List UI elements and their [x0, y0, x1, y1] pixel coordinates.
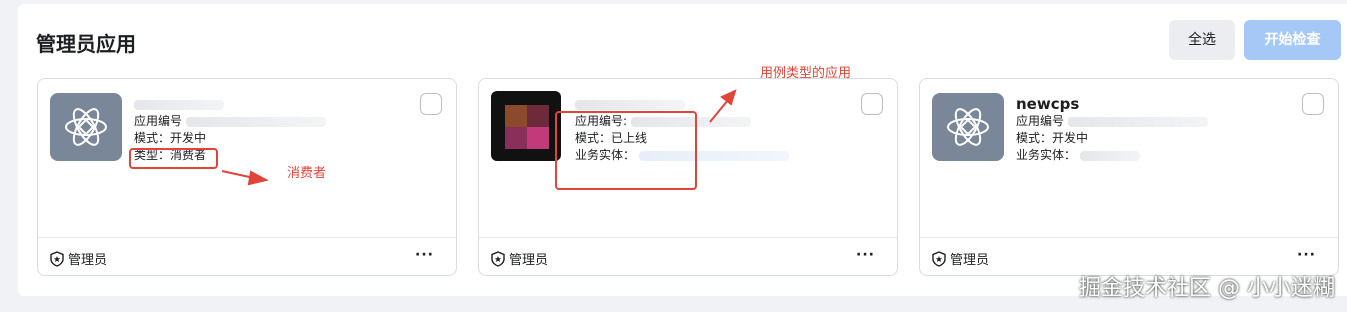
annotation-arrows	[221, 89, 737, 186]
arrow-line-use-case	[709, 99, 729, 123]
arrowhead-use-case	[720, 89, 737, 106]
arrowhead-consumer	[247, 170, 269, 186]
watermark: 掘金技术社区 @ 小小迷糊	[1079, 276, 1335, 301]
